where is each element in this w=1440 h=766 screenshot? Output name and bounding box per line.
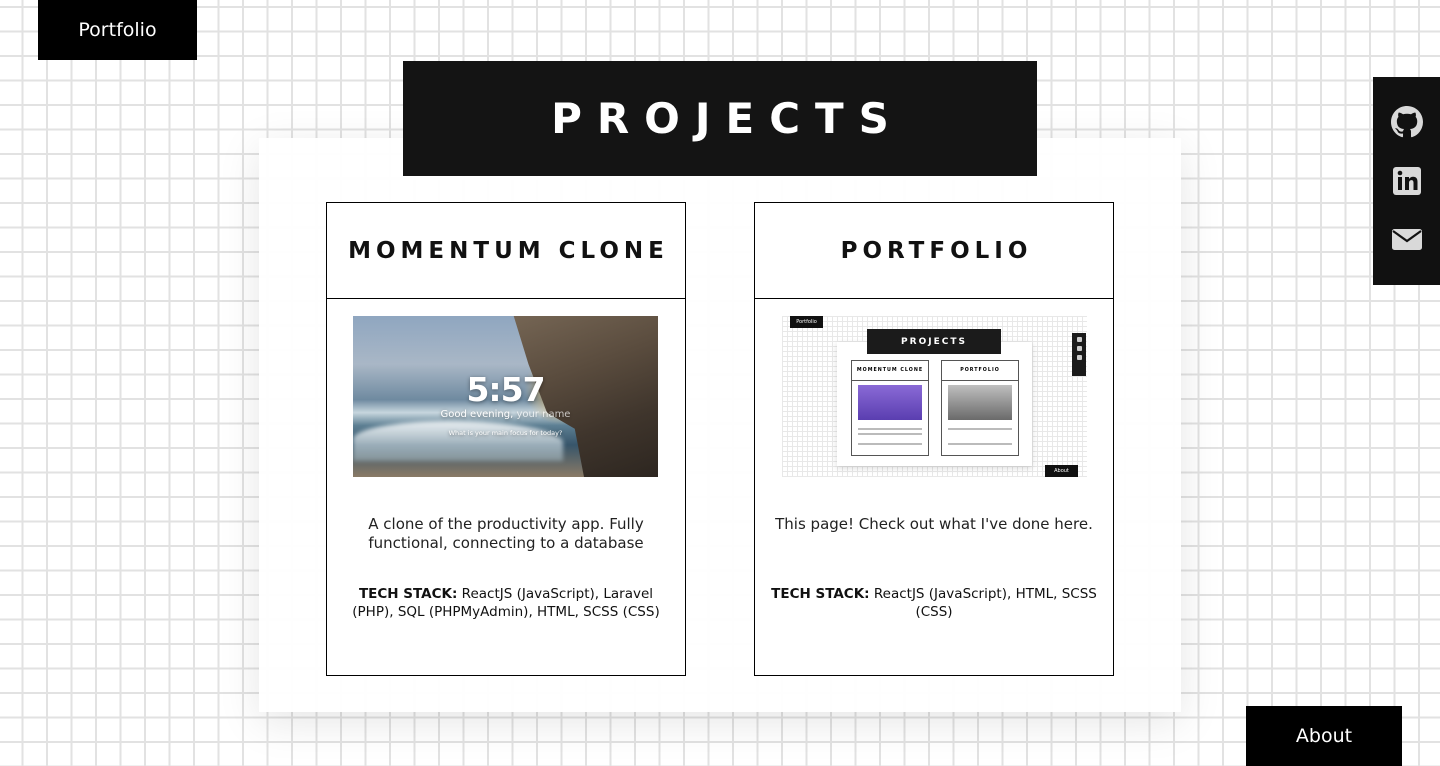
screenshot-card-line <box>948 428 1012 430</box>
screenshot-card-image <box>858 385 922 420</box>
screenshot-card-title: MOMENTUM CLONE <box>852 361 928 381</box>
project-card-header: PORTFOLIO <box>755 203 1113 299</box>
about-nav-button[interactable]: About <box>1246 706 1402 766</box>
screenshot-card: PORTFOLIO <box>941 360 1019 456</box>
screenshot-card-title: PORTFOLIO <box>942 361 1018 381</box>
portfolio-nav-button[interactable]: Portfolio <box>38 0 197 60</box>
screenshot-card-image <box>948 385 1012 420</box>
tech-stack-label: TECH STACK: <box>771 586 870 602</box>
project-screenshot[interactable]: 5:57 Good evening, your name What is you… <box>353 316 658 477</box>
screenshot-focus-prompt: What is your main focus for today? <box>448 429 563 437</box>
screenshot-social-bar <box>1072 333 1086 376</box>
project-card-header: MOMENTUM CLONE <box>327 203 685 299</box>
project-card-momentum[interactable]: MOMENTUM CLONE 5:57 Good evening, your n… <box>326 202 686 676</box>
screenshot-card-line <box>948 443 1012 445</box>
project-title: MOMENTUM CLONE <box>348 237 669 264</box>
screenshot-greeting-text: Good evening, <box>440 409 514 420</box>
project-screenshot[interactable]: Portfolio PROJECTS MOMENTUM CLONE PORTFO… <box>782 316 1087 477</box>
tech-stack-label: TECH STACK: <box>358 586 458 602</box>
screenshot-card: MOMENTUM CLONE <box>851 360 929 456</box>
screenshot-card-line <box>858 433 922 435</box>
screenshot-greeting: Good evening, your name <box>353 409 658 420</box>
project-card-portfolio[interactable]: PORTFOLIO Portfolio PROJECTS MOMENTUM CL… <box>754 202 1114 676</box>
screenshot-card-line <box>858 443 922 445</box>
project-tech-stack: TECH STACK: ReactJS (JavaScript), HTML, … <box>767 585 1101 621</box>
page-title-banner: PROJECTS <box>403 61 1037 176</box>
screenshot-title: PROJECTS <box>867 329 1001 354</box>
screenshot-about-button: About <box>1045 465 1078 477</box>
project-title: PORTFOLIO <box>840 237 1033 264</box>
page-title: PROJECTS <box>551 94 904 143</box>
screenshot-name-placeholder: your name <box>516 409 571 420</box>
linkedin-icon[interactable] <box>1391 165 1423 197</box>
project-description: This page! Check out what I've done here… <box>775 515 1093 533</box>
screenshot-nav-button: Portfolio <box>790 316 823 328</box>
social-links-bar <box>1373 77 1440 285</box>
github-icon[interactable] <box>1391 106 1423 138</box>
tech-stack-value: ReactJS (JavaScript), HTML, SCSS (CSS) <box>873 586 1097 620</box>
envelope-icon[interactable] <box>1391 223 1423 255</box>
project-description: A clone of the productivity app. Fully f… <box>368 515 644 552</box>
portfolio-nav-label: Portfolio <box>78 19 157 41</box>
about-nav-label: About <box>1295 725 1353 747</box>
project-tech-stack: TECH STACK: ReactJS (JavaScript), Larave… <box>339 585 673 621</box>
screenshot-wave <box>353 421 563 461</box>
screenshot-clock: 5:57 <box>466 370 545 409</box>
screenshot-card-line <box>858 428 922 430</box>
